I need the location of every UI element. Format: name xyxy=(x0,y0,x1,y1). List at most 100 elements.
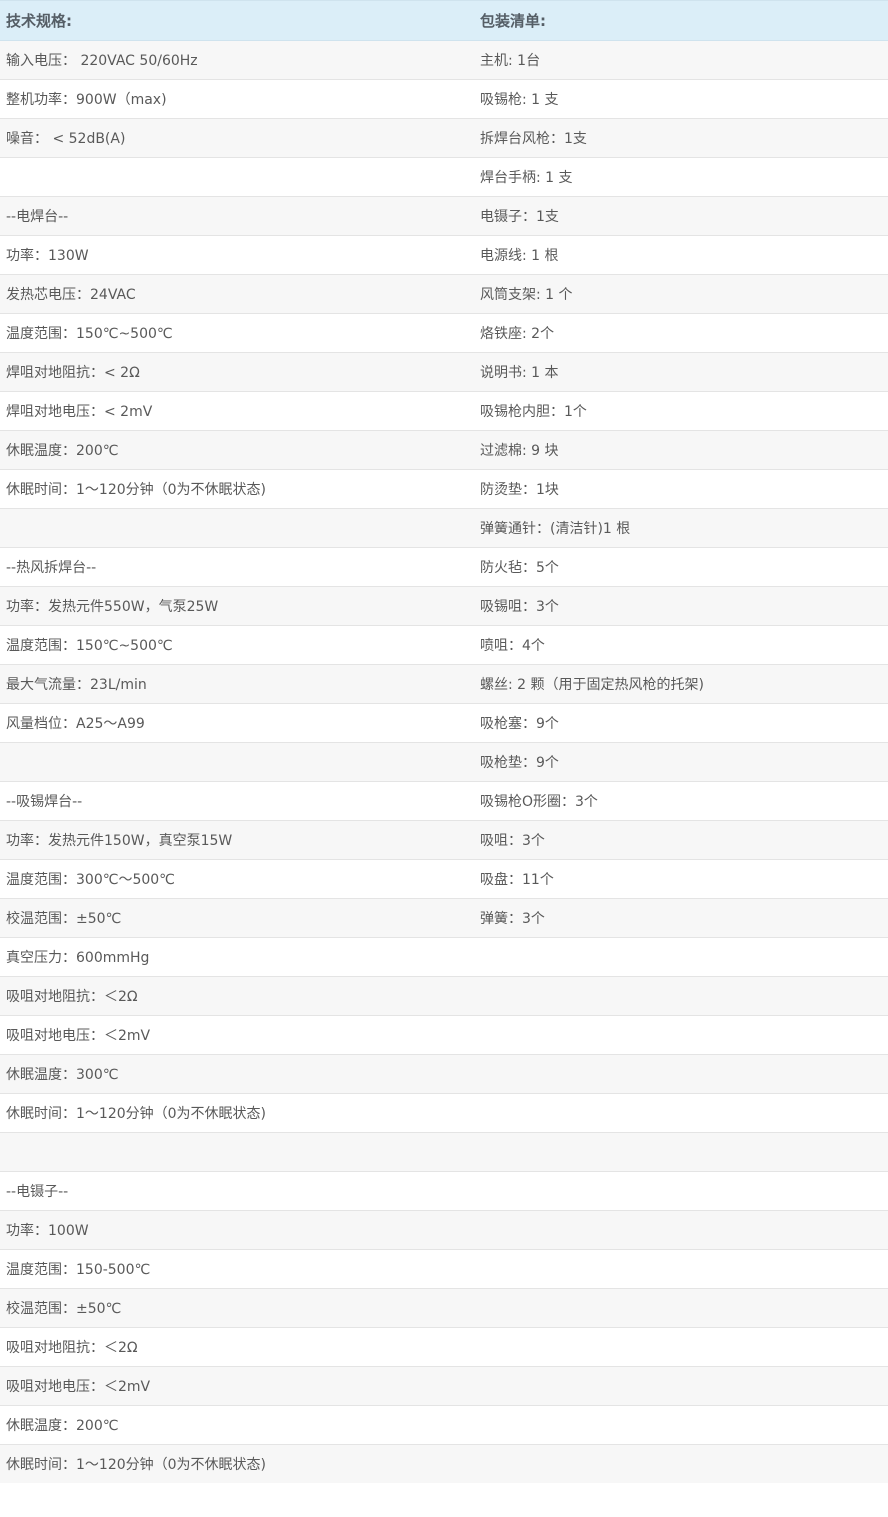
table-row: 休眠温度：200℃ xyxy=(0,1405,888,1445)
table-row: 弹簧通针：(清洁针)1 根 xyxy=(0,508,888,548)
spec-cell: 噪音： < 52dB(A) xyxy=(0,118,474,158)
spec-cell: 功率：发热元件150W，真空泵15W xyxy=(0,820,474,860)
table-row: 整机功率：900W（max) 吸锡枪: 1 支 xyxy=(0,79,888,119)
spec-cell: 休眠时间：1～120分钟（0为不休眠状态) xyxy=(0,1444,474,1483)
spec-cell: 休眠时间：1～120分钟（0为不休眠状态) xyxy=(0,1093,474,1133)
spec-cell xyxy=(0,157,474,197)
packing-cell: 电镊子：1支 xyxy=(474,196,888,236)
spec-cell: --电焊台-- xyxy=(0,196,474,236)
spec-cell: 休眠时间：1～120分钟（0为不休眠状态) xyxy=(0,469,474,509)
spec-cell xyxy=(0,508,474,548)
packing-cell: 吸枪塞：9个 xyxy=(474,703,888,743)
packing-cell: 说明书: 1 本 xyxy=(474,352,888,392)
table-row: 吸咀对地阻抗：＜2Ω xyxy=(0,976,888,1016)
spec-cell: 校温范围：±50℃ xyxy=(0,1288,474,1328)
table-row: 真空压力：600mmHg xyxy=(0,937,888,977)
table-row: 校温范围：±50℃ 弹簧：3个 xyxy=(0,898,888,938)
packing-cell xyxy=(474,1093,888,1133)
packing-cell: 弹簧通针：(清洁针)1 根 xyxy=(474,508,888,548)
table-row: 风量档位：A25～A99 吸枪塞：9个 xyxy=(0,703,888,743)
table-row: 功率：130W 电源线: 1 根 xyxy=(0,235,888,275)
packing-cell xyxy=(474,1327,888,1367)
table-row: 功率：发热元件150W，真空泵15W 吸咀：3个 xyxy=(0,820,888,860)
table-row: 温度范围：150-500℃ xyxy=(0,1249,888,1289)
spec-cell: 吸咀对地阻抗：＜2Ω xyxy=(0,1327,474,1367)
spec-cell: 功率：100W xyxy=(0,1210,474,1250)
table-row: 休眠时间：1～120分钟（0为不休眠状态) xyxy=(0,1093,888,1133)
table-body: 输入电压： 220VAC 50/60Hz 主机: 1台 整机功率：900W（max)… xyxy=(0,40,888,1483)
spec-cell: 输入电压： 220VAC 50/60Hz xyxy=(0,40,474,80)
spec-cell: 吸咀对地电压：＜2mV xyxy=(0,1015,474,1055)
spec-cell: 功率：发热元件550W，气泵25W xyxy=(0,586,474,626)
packing-cell: 吸锡枪O形圈：3个 xyxy=(474,781,888,821)
packing-cell: 弹簧：3个 xyxy=(474,898,888,938)
table-row: 温度范围：150℃~500℃ 喷咀：4个 xyxy=(0,625,888,665)
spec-cell: 温度范围：150℃~500℃ xyxy=(0,313,474,353)
packing-cell xyxy=(474,1249,888,1289)
table-row xyxy=(0,1132,888,1172)
spec-table: 技术规格: 包装清单: 输入电压： 220VAC 50/60Hz 主机: 1台 整机… xyxy=(0,0,888,1483)
packing-cell: 风筒支架: 1 个 xyxy=(474,274,888,314)
table-row: 吸枪垫：9个 xyxy=(0,742,888,782)
table-row: 焊咀对地电压：< 2mV 吸锡枪内胆：1个 xyxy=(0,391,888,431)
spec-cell: 功率：130W xyxy=(0,235,474,275)
spec-cell: 吸咀对地阻抗：＜2Ω xyxy=(0,976,474,1016)
spec-cell: 吸咀对地电压：＜2mV xyxy=(0,1366,474,1406)
packing-cell: 过滤棉: 9 块 xyxy=(474,430,888,470)
table-row: 温度范围：150℃~500℃ 烙铁座: 2个 xyxy=(0,313,888,353)
table-row: --电镊子-- xyxy=(0,1171,888,1211)
spec-cell: --吸锡焊台-- xyxy=(0,781,474,821)
spec-cell: 温度范围：150℃~500℃ xyxy=(0,625,474,665)
packing-cell xyxy=(474,1366,888,1406)
packing-cell: 吸盘：11个 xyxy=(474,859,888,899)
spec-cell: 校温范围：±50℃ xyxy=(0,898,474,938)
packing-cell: 喷咀：4个 xyxy=(474,625,888,665)
table-row: 发热芯电压：24VAC 风筒支架: 1 个 xyxy=(0,274,888,314)
spec-cell xyxy=(0,742,474,782)
packing-cell: 电源线: 1 根 xyxy=(474,235,888,275)
spec-cell: --热风拆焊台-- xyxy=(0,547,474,587)
packing-cell xyxy=(474,1405,888,1445)
spec-cell: 整机功率：900W（max) xyxy=(0,79,474,119)
table-row: --电焊台-- 电镊子：1支 xyxy=(0,196,888,236)
spec-cell: 焊咀对地阻抗：< 2Ω xyxy=(0,352,474,392)
spec-cell xyxy=(0,1132,474,1172)
table-row: 休眠温度：300℃ xyxy=(0,1054,888,1094)
header-packing: 包装清单: xyxy=(474,0,888,41)
packing-cell xyxy=(474,1015,888,1055)
table-header: 技术规格: 包装清单: xyxy=(0,0,888,41)
packing-cell xyxy=(474,937,888,977)
packing-cell xyxy=(474,976,888,1016)
table-row: --热风拆焊台-- 防火毡：5个 xyxy=(0,547,888,587)
spec-cell: 风量档位：A25～A99 xyxy=(0,703,474,743)
spec-cell: 焊咀对地电压：< 2mV xyxy=(0,391,474,431)
spec-cell: 休眠温度：200℃ xyxy=(0,430,474,470)
spec-cell: 休眠温度：200℃ xyxy=(0,1405,474,1445)
spec-cell: --电镊子-- xyxy=(0,1171,474,1211)
table-row: 吸咀对地阻抗：＜2Ω xyxy=(0,1327,888,1367)
table-row: 功率：100W xyxy=(0,1210,888,1250)
packing-cell xyxy=(474,1444,888,1483)
packing-cell: 防火毡：5个 xyxy=(474,547,888,587)
packing-cell: 烙铁座: 2个 xyxy=(474,313,888,353)
table-row: 吸咀对地电压：＜2mV xyxy=(0,1366,888,1406)
table-row: 功率：发热元件550W，气泵25W 吸锡咀：3个 xyxy=(0,586,888,626)
spec-cell: 休眠温度：300℃ xyxy=(0,1054,474,1094)
table-row: 吸咀对地电压：＜2mV xyxy=(0,1015,888,1055)
packing-cell: 防烫垫：1块 xyxy=(474,469,888,509)
packing-cell: 吸锡咀：3个 xyxy=(474,586,888,626)
packing-cell xyxy=(474,1210,888,1250)
table-row: 焊咀对地阻抗：< 2Ω 说明书: 1 本 xyxy=(0,352,888,392)
spec-cell: 真空压力：600mmHg xyxy=(0,937,474,977)
table-row: 输入电压： 220VAC 50/60Hz 主机: 1台 xyxy=(0,40,888,80)
packing-cell: 吸咀：3个 xyxy=(474,820,888,860)
packing-cell: 吸锡枪: 1 支 xyxy=(474,79,888,119)
table-row: 休眠时间：1～120分钟（0为不休眠状态) xyxy=(0,1444,888,1483)
spec-cell: 温度范围：150-500℃ xyxy=(0,1249,474,1289)
packing-cell: 主机: 1台 xyxy=(474,40,888,80)
table-row: 噪音： < 52dB(A) 拆焊台风枪：1支 xyxy=(0,118,888,158)
table-row: 休眠温度：200℃ 过滤棉: 9 块 xyxy=(0,430,888,470)
packing-cell xyxy=(474,1132,888,1172)
table-row: 温度范围：300℃～500℃ 吸盘：11个 xyxy=(0,859,888,899)
spec-cell: 温度范围：300℃～500℃ xyxy=(0,859,474,899)
